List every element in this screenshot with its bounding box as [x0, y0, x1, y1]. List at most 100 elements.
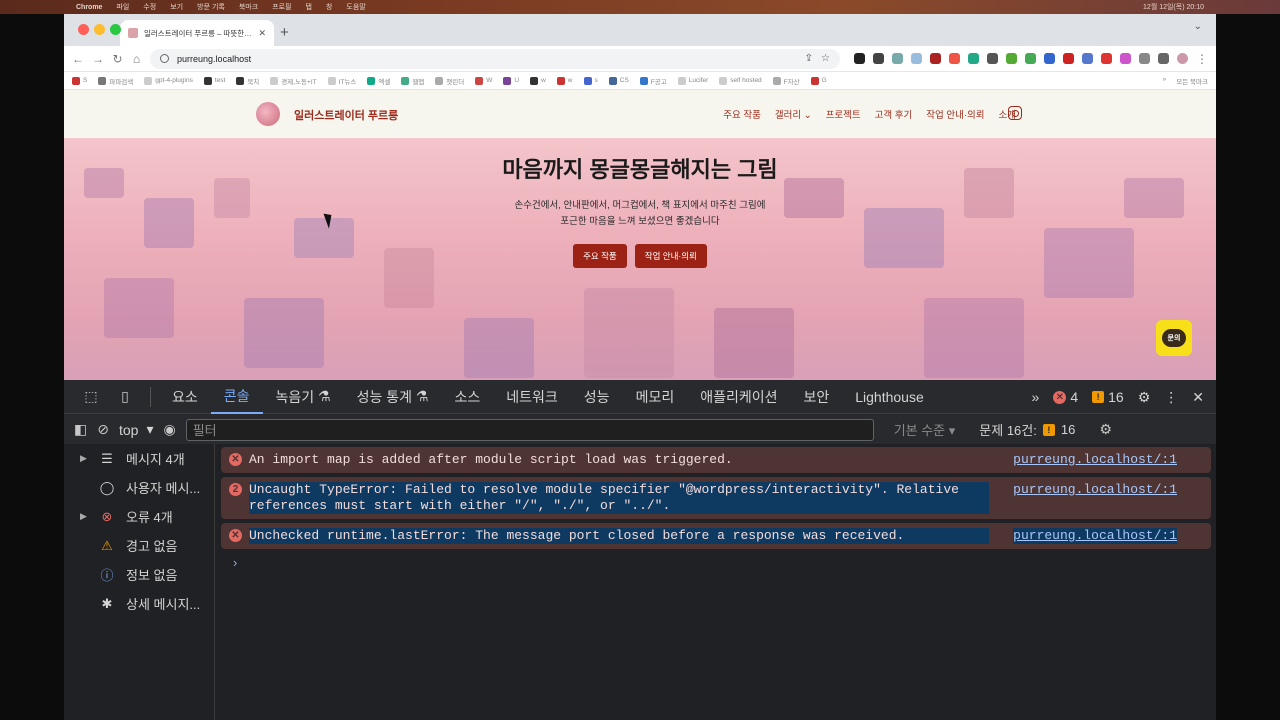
tab-lighthouse[interactable]: Lighthouse [842, 380, 937, 414]
more-tabs-icon[interactable]: » [1032, 389, 1040, 405]
tab-search-chevron-icon[interactable]: ⌄ [1194, 21, 1202, 32]
extension-icon[interactable] [1006, 53, 1017, 64]
source-link[interactable]: purreung.localhost/:1 [1013, 452, 1177, 468]
nav-item-works[interactable]: 주요 작품 [723, 107, 761, 121]
sidebar-item-warnings[interactable]: ⚠ 경고 없음 [64, 531, 214, 560]
site-info-icon[interactable] [160, 54, 170, 63]
nav-item-commission[interactable]: 작업 안내·의뢰 [926, 107, 984, 121]
sidebar-item-info[interactable]: ⓘ 정보 없음 [64, 560, 214, 589]
bookmark-item[interactable]: 파파검색 [98, 76, 133, 86]
site-logo[interactable] [256, 102, 280, 126]
bookmark-item[interactable]: 챗린더 [435, 76, 464, 86]
toggle-sidebar-icon[interactable]: ◧ [74, 421, 87, 438]
tab-network[interactable]: 네트워크 [493, 380, 571, 414]
console-error-message[interactable]: ✕ Unchecked runtime.lastError: The messa… [221, 523, 1211, 549]
tab-elements[interactable]: 요소 [159, 380, 211, 414]
console-settings-gear-icon[interactable]: ⚙ [1099, 421, 1112, 438]
console-filter-input[interactable]: 필터 [185, 418, 874, 441]
bookmark-item[interactable]: W [475, 76, 492, 85]
issues-counter[interactable]: 문제 16건:! 16 [979, 420, 1075, 439]
profile-avatar[interactable] [1177, 53, 1188, 64]
extension-icon[interactable] [1101, 53, 1112, 64]
extension-icon[interactable] [854, 53, 865, 64]
chat-button[interactable]: 문의 [1156, 320, 1192, 356]
sidebar-item-messages[interactable]: ▶ ☰ 메시지 4개 [64, 444, 214, 473]
share-icon[interactable]: ⇪ [805, 53, 813, 64]
sidebar-item-verbose[interactable]: ✱ 상세 메시지... [64, 589, 214, 618]
close-devtools-icon[interactable]: ✕ [1192, 389, 1204, 406]
extension-icon[interactable] [1139, 53, 1150, 64]
new-tab-icon[interactable]: + [280, 24, 289, 41]
source-link[interactable]: purreung.localhost/:1 [1013, 528, 1177, 544]
menubar-item[interactable]: 수정 [143, 2, 156, 12]
bookmark-item[interactable]: G [810, 76, 827, 85]
more-bookmarks-icon[interactable]: » [1163, 76, 1167, 86]
nav-item-reviews[interactable]: 고객 후기 [875, 107, 913, 121]
bookmark-star-icon[interactable]: ☆ [821, 53, 830, 64]
forward-icon[interactable]: → [92, 52, 104, 66]
console-prompt[interactable]: › [233, 555, 1211, 570]
console-error-message[interactable]: 2 Uncaught TypeError: Failed to resolve … [221, 477, 1211, 519]
menubar-item[interactable]: 북마크 [239, 2, 258, 12]
all-bookmarks[interactable]: 모든 북마크 [1176, 76, 1208, 86]
menubar-item[interactable]: 파일 [116, 2, 129, 12]
console-error-message[interactable]: ✕ An import map is added after module sc… [221, 447, 1211, 473]
zoom-window-icon[interactable] [110, 24, 121, 35]
nav-item-gallery[interactable]: 갤러리 ⌄ [775, 107, 812, 121]
extension-icon[interactable] [949, 53, 960, 64]
home-icon[interactable]: ⌂ [131, 52, 142, 66]
menubar-item[interactable]: 프로필 [272, 2, 291, 12]
bookmark-item[interactable]: w [530, 76, 546, 85]
back-icon[interactable]: ← [72, 52, 84, 66]
device-toolbar-icon[interactable]: ▯ [108, 388, 142, 405]
extension-icon[interactable] [1044, 53, 1055, 64]
tab-performance[interactable]: 성능 [571, 380, 623, 414]
bookmark-item[interactable]: Lucifer [677, 76, 708, 85]
bookmark-item[interactable]: 엑셀 [367, 76, 390, 86]
extension-icon[interactable] [987, 53, 998, 64]
extension-icon[interactable] [911, 53, 922, 64]
tab-console[interactable]: 콘솔 [210, 380, 263, 414]
log-level-select[interactable]: 기본 수준 ▾ [894, 420, 956, 439]
browser-tab[interactable]: 일러스트레이터 푸르릉 – 따뜻한 감 ✕ [120, 20, 274, 46]
extension-icon[interactable] [1082, 53, 1093, 64]
commission-button[interactable]: 작업 안내·의뢰 [634, 244, 707, 268]
menubar-item[interactable]: 방문 기록 [197, 2, 225, 12]
bookmark-item[interactable]: F공고 [639, 76, 667, 86]
reload-icon[interactable]: ↻ [112, 52, 123, 66]
extension-icon[interactable] [968, 53, 979, 64]
bookmark-item[interactable]: 경제,노동+IT [270, 76, 317, 86]
live-expression-eye-icon[interactable]: ◉ [163, 421, 175, 438]
extension-icon[interactable] [1158, 53, 1169, 64]
omnibox[interactable]: purreung.localhost ⇪ ☆ [150, 48, 840, 69]
bookmark-item[interactable]: self hosted [719, 76, 762, 85]
minimize-window-icon[interactable] [94, 24, 105, 35]
extension-icon[interactable] [1120, 53, 1131, 64]
error-counter[interactable]: ✕ 4 [1053, 389, 1078, 405]
nav-item-projects[interactable]: 프로젝트 [826, 107, 861, 121]
bookmark-item[interactable]: gpt-4-plugins [144, 76, 193, 85]
menubar-item[interactable]: 도움말 [346, 2, 365, 12]
devtools-menu-icon[interactable]: ⋮ [1164, 389, 1178, 406]
extension-icon[interactable] [1025, 53, 1036, 64]
sidebar-item-errors[interactable]: ▶ ⊗ 오류 4개 [64, 502, 214, 531]
tab-security[interactable]: 보안 [790, 380, 842, 414]
source-link[interactable]: purreung.localhost/:1 [1013, 482, 1177, 498]
menubar-item[interactable]: 보기 [170, 2, 183, 12]
tab-recorder[interactable]: 녹음기 ⚗ [263, 380, 344, 414]
tab-sources[interactable]: 소스 [442, 380, 494, 414]
works-button[interactable]: 주요 작품 [573, 244, 627, 268]
instagram-icon[interactable] [1008, 106, 1022, 120]
close-window-icon[interactable] [78, 24, 89, 35]
menubar-item[interactable]: 탭 [306, 2, 312, 12]
chrome-menu-icon[interactable]: ⋮ [1196, 52, 1208, 66]
bookmark-item[interactable]: U [503, 76, 519, 85]
extension-icon[interactable] [892, 53, 903, 64]
inspect-element-icon[interactable]: ⬚ [74, 388, 108, 405]
tab-performance-insights[interactable]: 성능 통계 ⚗ [344, 380, 442, 414]
bookmark-item[interactable]: s [583, 76, 598, 85]
extension-icon[interactable] [1063, 53, 1074, 64]
close-tab-icon[interactable]: ✕ [258, 28, 266, 39]
extension-icon[interactable] [873, 53, 884, 64]
settings-gear-icon[interactable]: ⚙ [1138, 389, 1151, 406]
